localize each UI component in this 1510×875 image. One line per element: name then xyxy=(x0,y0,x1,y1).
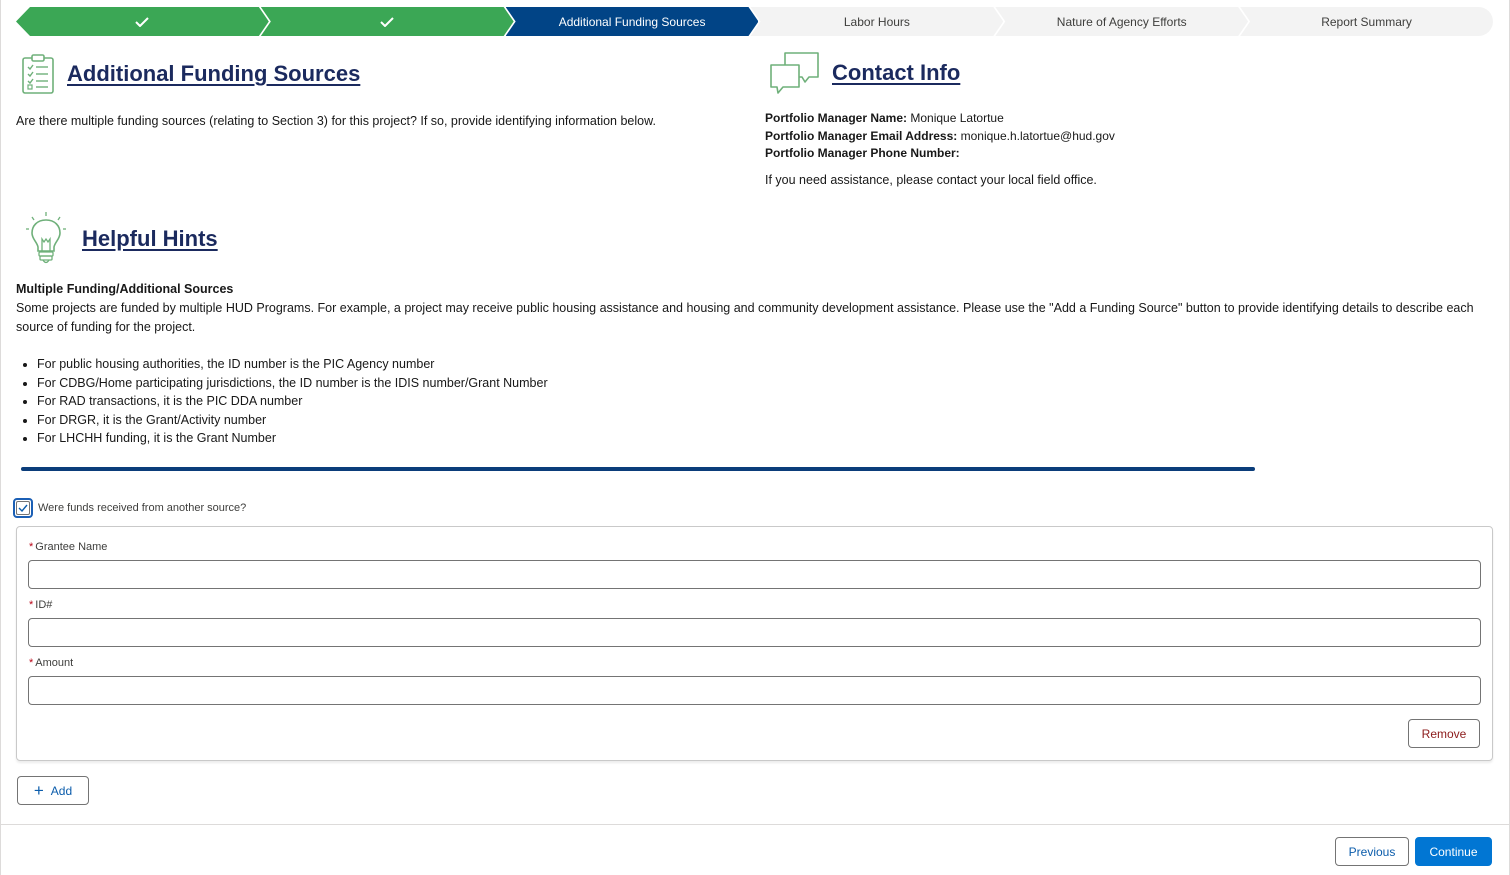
required-marker: * xyxy=(29,541,34,553)
grantee-name-label-text: Grantee Name xyxy=(35,541,108,553)
clipboard-checklist-icon xyxy=(20,53,56,95)
continue-button[interactable]: Continue xyxy=(1415,837,1492,866)
funding-source-card: * Grantee Name * ID# * Amount Remove xyxy=(16,526,1493,761)
check-icon xyxy=(135,17,149,27)
contact-section-header: Contact Info xyxy=(769,51,960,95)
manager-phone-row: Portfolio Manager Phone Number: xyxy=(765,145,1115,163)
check-icon xyxy=(18,504,28,512)
hints-section-title: Helpful Hints xyxy=(82,226,218,251)
hints-section-header: Helpful Hints xyxy=(24,211,218,267)
amount-label: * Amount xyxy=(29,657,73,669)
path-step-additional-funding[interactable]: Additional Funding Sources xyxy=(506,7,759,36)
plus-icon: + xyxy=(33,781,44,800)
progress-path: Additional Funding Sources Labor Hours N… xyxy=(16,7,1493,36)
list-item: For public housing authorities, the ID n… xyxy=(37,355,1486,374)
grantee-name-label: * Grantee Name xyxy=(29,541,107,553)
other-source-checkbox[interactable] xyxy=(13,498,33,518)
manager-name-row: Portfolio Manager Name: Monique Latortue xyxy=(765,110,1115,128)
path-step-label: Labor Hours xyxy=(843,14,910,29)
hints-body: Some projects are funded by multiple HUD… xyxy=(16,301,1474,334)
id-input[interactable] xyxy=(28,618,1481,647)
hints-subtitle: Multiple Funding/Additional Sources xyxy=(16,282,234,296)
hints-list: For public housing authorities, the ID n… xyxy=(16,355,1486,448)
checkbox-box xyxy=(16,501,30,515)
manager-name-label: Portfolio Manager Name: xyxy=(765,111,908,125)
hints-content: Multiple Funding/Additional Sources Some… xyxy=(16,280,1486,448)
list-item: For RAD transactions, it is the PIC DDA … xyxy=(37,392,1486,411)
other-source-checkbox-label: Were funds received from another source? xyxy=(38,502,247,514)
manager-name-value: Monique Latortue xyxy=(910,111,1004,125)
list-item: For LHCHH funding, it is the Grant Numbe… xyxy=(37,429,1486,448)
add-funding-source-button[interactable]: + Add xyxy=(17,776,89,805)
required-marker: * xyxy=(29,599,34,611)
lightbulb-icon xyxy=(24,211,68,267)
assistance-text: If you need assistance, please contact y… xyxy=(765,172,1097,187)
funding-section-header: Additional Funding Sources xyxy=(20,53,360,95)
path-step-label: Additional Funding Sources xyxy=(558,14,706,29)
path-step-2[interactable] xyxy=(261,7,514,36)
list-item: For DRGR, it is the Grant/Activity numbe… xyxy=(37,411,1486,430)
path-step-nature-of-agency-efforts[interactable]: Nature of Agency Efforts xyxy=(995,7,1248,36)
manager-email-row: Portfolio Manager Email Address: monique… xyxy=(765,128,1115,146)
check-icon xyxy=(380,17,394,27)
path-step-label: Report Summary xyxy=(1321,14,1412,29)
funding-question: Are there multiple funding sources (rela… xyxy=(16,114,656,128)
amount-label-text: Amount xyxy=(35,657,74,669)
manager-email-value[interactable]: monique.h.latortue@hud.gov xyxy=(961,129,1115,143)
footer-divider xyxy=(0,824,1510,825)
path-step-1[interactable] xyxy=(16,7,269,36)
manager-email-label: Portfolio Manager Email Address: xyxy=(765,128,958,143)
list-item: For CDBG/Home participating jurisdiction… xyxy=(37,374,1486,393)
path-step-report-summary[interactable]: Report Summary xyxy=(1240,7,1493,36)
page-left-border xyxy=(0,0,1,875)
remove-button[interactable]: Remove xyxy=(1408,719,1480,748)
section-divider xyxy=(21,467,1255,471)
chat-bubbles-icon xyxy=(769,51,821,95)
funding-section-title: Additional Funding Sources xyxy=(67,61,361,86)
contact-section-title: Contact Info xyxy=(832,60,961,85)
amount-input[interactable] xyxy=(28,676,1481,705)
path-step-label: Nature of Agency Efforts xyxy=(1056,14,1187,29)
required-marker: * xyxy=(29,657,34,669)
grantee-name-input[interactable] xyxy=(28,560,1481,589)
previous-button[interactable]: Previous xyxy=(1335,837,1409,866)
id-label: * ID# xyxy=(29,599,52,611)
other-source-checkbox-row: Were funds received from another source? xyxy=(13,498,246,518)
path-step-labor-hours[interactable]: Labor Hours xyxy=(750,7,1003,36)
contact-details: Portfolio Manager Name: Monique Latortue… xyxy=(765,110,1115,189)
add-button-label: Add xyxy=(50,783,73,798)
id-label-text: ID# xyxy=(35,599,53,611)
manager-phone-label: Portfolio Manager Phone Number: xyxy=(765,146,960,160)
